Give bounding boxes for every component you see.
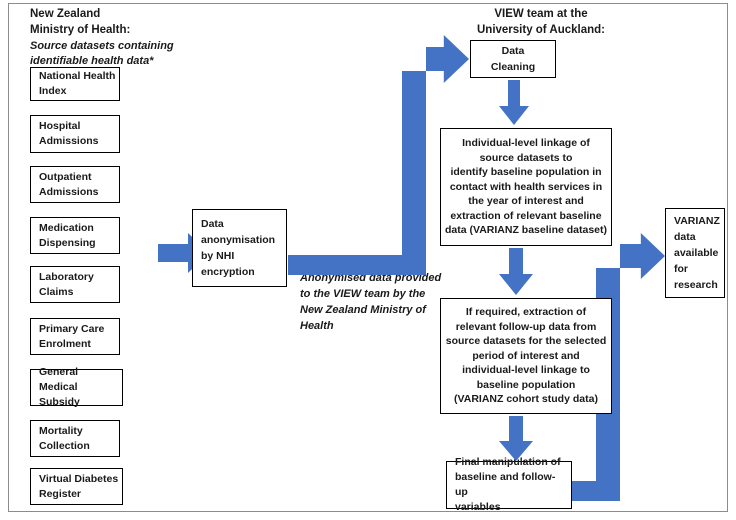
dataset-box-medication-dispensing[interactable]: Medication Dispensing	[30, 217, 120, 254]
view-step-box-final-manipulation[interactable]: Final manipulation of baseline and follo…	[446, 456, 572, 513]
moh-heading: New Zealand Ministry of Health:	[30, 8, 131, 36]
output-box-varianz-data[interactable]: VARIANZ data available for research	[665, 208, 725, 298]
dataset-box-primary-care-enrolment[interactable]: Primary Care Enrolment	[30, 318, 120, 355]
dataset-box-laboratory-claims[interactable]: Laboratory Claims	[30, 266, 120, 303]
dataset-box-outpatient-admissions[interactable]: Outpatient Admissions	[30, 166, 120, 203]
arrow-linkage-to-followup	[498, 248, 534, 296]
dataset-box-general-medical-subsidy[interactable]: General Medical Subsidy	[30, 366, 123, 408]
view-step-box-followup-linkage[interactable]: If required, extraction of relevant foll…	[440, 298, 612, 414]
anonymisation-box[interactable]: Data anonymisation by NHI encryption	[192, 209, 287, 287]
dataset-box-virtual-diabetes-register[interactable]: Virtual Diabetes Register	[30, 468, 123, 505]
dataset-box-mortality-collection[interactable]: Mortality Collection	[30, 420, 120, 457]
view-step-box-data-cleaning[interactable]: Data Cleaning	[470, 40, 556, 78]
dataset-box-national-health-index[interactable]: National Health Index	[30, 67, 120, 101]
dataset-box-hospital-admissions[interactable]: Hospital Admissions	[30, 115, 120, 153]
flowchart-canvas: New Zealand Ministry of Health: Source d…	[0, 0, 736, 520]
moh-subheading: Source datasets containing identifiable …	[30, 40, 174, 67]
transfer-caption: Anonymised data provided to the VIEW tea…	[300, 272, 442, 332]
view-team-heading: VIEW team at the University of Auckland:	[476, 8, 606, 36]
view-step-box-baseline-linkage[interactable]: Individual-level linkage of source datas…	[440, 128, 612, 246]
arrow-cleaning-to-linkage	[498, 80, 530, 126]
